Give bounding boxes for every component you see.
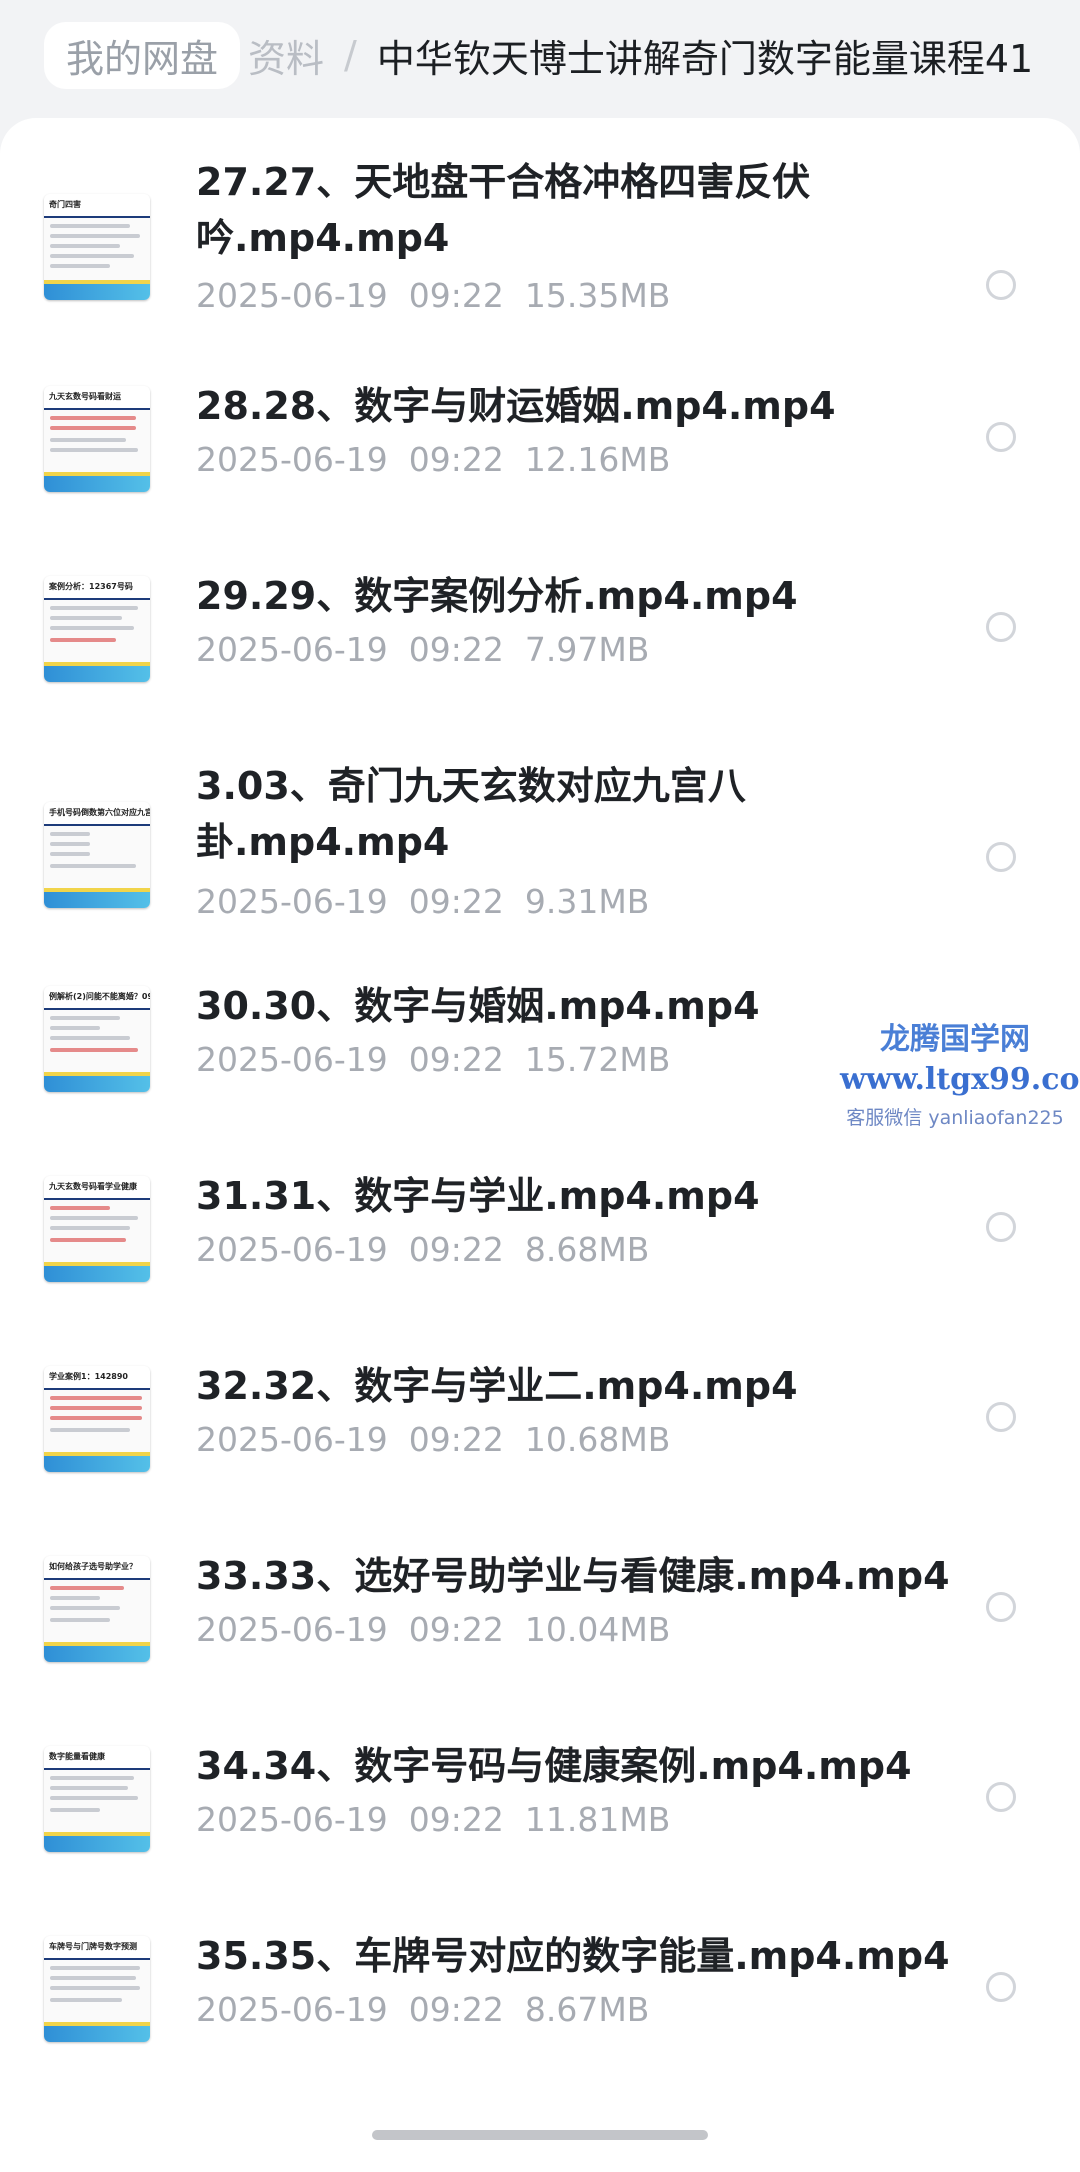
file-row[interactable]: 如何给孩子选号助学业？ 33.33、选好号助学业与看健康.mp4.mp4 202… [0, 1548, 1080, 1666]
file-size: 12.16MB [524, 440, 671, 479]
video-thumbnail: 例解析(2)问能不能离婚？0982 [44, 986, 150, 1092]
file-row[interactable]: 手机号码倒数第六位对应九宫 3.03、奇门九天玄数对应九宫八卦.mp4.mp4 … [0, 758, 1080, 938]
file-name: 33.33、选好号助学业与看健康.mp4.mp4 [196, 1554, 950, 1598]
breadcrumb-current-folder: 中华钦天博士讲解奇门数字能量课程41 [376, 36, 1034, 81]
watermark-contact: 客服微信 yanliaofan225 [846, 1107, 1064, 1129]
file-meta: 2025-06-19 09:22 8.68MB [196, 1230, 649, 1269]
breadcrumb-root-my-drive[interactable]: 我的网盘 [44, 21, 241, 89]
file-name: 31.31、数字与学业.mp4.mp4 [196, 1174, 760, 1218]
file-row[interactable]: 车牌号与门牌号数字预测 35.35、车牌号对应的数字能量.mp4.mp4 202… [0, 1928, 1080, 2046]
file-row[interactable]: 学业案例1：142890 32.32、数字与学业二.mp4.mp4 2025-0… [0, 1358, 1080, 1476]
file-date: 2025-06-19 09:22 [196, 630, 504, 669]
video-thumbnail: 九天玄数号码看财运 [44, 386, 150, 492]
video-thumbnail: 车牌号与门牌号数字预测 [44, 1936, 150, 2042]
select-radio[interactable] [986, 422, 1016, 452]
file-date: 2025-06-19 09:22 [196, 882, 504, 921]
video-thumbnail: 案例分析：12367号码 [44, 576, 150, 682]
thumbnail-title: 数字能量看健康 [44, 1746, 150, 1770]
file-row[interactable]: 数字能量看健康 34.34、数字号码与健康案例.mp4.mp4 2025-06-… [0, 1738, 1080, 1856]
file-name: 28.28、数字与财运婚姻.mp4.mp4 [196, 384, 836, 428]
select-radio[interactable] [986, 842, 1016, 872]
thumbnail-title: 学业案例1：142890 [44, 1366, 150, 1390]
file-size: 8.67MB [524, 1990, 650, 2029]
video-thumbnail: 数字能量看健康 [44, 1746, 150, 1852]
file-row[interactable]: 案例分析：12367号码 29.29、数字案例分析.mp4.mp4 2025-0… [0, 568, 1080, 686]
thumbnail-title: 例解析(2)问能不能离婚？0982 [44, 986, 150, 1010]
file-meta: 2025-06-19 09:22 15.72MB [196, 1040, 670, 1079]
file-name: 34.34、数字号码与健康案例.mp4.mp4 [196, 1744, 912, 1788]
file-name: 32.32、数字与学业二.mp4.mp4 [196, 1364, 798, 1408]
file-size: 10.68MB [524, 1420, 671, 1459]
video-thumbnail: 学业案例1：142890 [44, 1366, 150, 1472]
file-date: 2025-06-19 09:22 [196, 1990, 504, 2029]
file-name: 3.03、奇门九天玄数对应九宫八卦.mp4.mp4 [196, 764, 746, 864]
file-date: 2025-06-19 09:22 [196, 1420, 504, 1459]
file-meta: 2025-06-19 09:22 15.35MB [196, 276, 670, 315]
select-radio[interactable] [986, 612, 1016, 642]
file-date: 2025-06-19 09:22 [196, 1610, 504, 1649]
select-radio[interactable] [986, 1402, 1016, 1432]
select-radio[interactable] [986, 1972, 1016, 2002]
breadcrumb: 我的网盘 资料 / 中华钦天博士讲解奇门数字能量课程41 [0, 0, 1080, 110]
file-row[interactable]: 九天玄数号码看学业健康 31.31、数字与学业.mp4.mp4 2025-06-… [0, 1168, 1080, 1286]
thumbnail-title: 案例分析：12367号码 [44, 576, 150, 600]
thumbnail-title: 手机号码倒数第六位对应九宫 [44, 802, 150, 826]
select-radio[interactable] [986, 270, 1016, 300]
file-size: 7.97MB [524, 630, 650, 669]
file-name: 35.35、车牌号对应的数字能量.mp4.mp4 [196, 1934, 950, 1978]
file-list-card: 奇门四害 27.27、天地盘干合格冲格四害反伏吟.mp4.mp4 2025-06… [0, 118, 1080, 2172]
file-date: 2025-06-19 09:22 [196, 1800, 504, 1839]
watermark-url: www.ltgx99.com [840, 1062, 1080, 1097]
file-row[interactable]: 九天玄数号码看财运 28.28、数字与财运婚姻.mp4.mp4 2025-06-… [0, 378, 1080, 496]
select-radio[interactable] [986, 1782, 1016, 1812]
breadcrumb-item-materials[interactable]: 资料 [248, 28, 324, 83]
video-thumbnail: 如何给孩子选号助学业？ [44, 1556, 150, 1662]
select-radio[interactable] [986, 1592, 1016, 1622]
video-thumbnail: 奇门四害 [44, 194, 150, 300]
video-thumbnail: 手机号码倒数第六位对应九宫 [44, 802, 150, 908]
file-meta: 2025-06-19 09:22 10.68MB [196, 1420, 670, 1459]
file-row[interactable]: 奇门四害 27.27、天地盘干合格冲格四害反伏吟.mp4.mp4 2025-06… [0, 154, 1080, 326]
file-meta: 2025-06-19 09:22 7.97MB [196, 630, 649, 669]
file-size: 15.35MB [524, 276, 671, 315]
watermark: 龙腾国学网 www.ltgx99.com 客服微信 yanliaofan225 [840, 1014, 1080, 1130]
file-size: 8.68MB [524, 1230, 650, 1269]
file-size: 10.04MB [524, 1610, 671, 1649]
file-meta: 2025-06-19 09:22 8.67MB [196, 1990, 649, 2029]
file-size: 11.81MB [524, 1800, 671, 1839]
file-name: 27.27、天地盘干合格冲格四害反伏吟.mp4.mp4 [196, 160, 811, 260]
file-name: 29.29、数字案例分析.mp4.mp4 [196, 574, 798, 618]
thumbnail-title: 奇门四害 [44, 194, 150, 218]
file-date: 2025-06-19 09:22 [196, 1040, 504, 1079]
thumbnail-title: 九天玄数号码看财运 [44, 386, 150, 410]
thumbnail-title: 如何给孩子选号助学业？ [44, 1556, 150, 1580]
file-date: 2025-06-19 09:22 [196, 440, 504, 479]
file-date: 2025-06-19 09:22 [196, 276, 504, 315]
video-thumbnail: 九天玄数号码看学业健康 [44, 1176, 150, 1282]
select-radio[interactable] [986, 1212, 1016, 1242]
file-date: 2025-06-19 09:22 [196, 1230, 504, 1269]
home-indicator[interactable] [372, 2130, 708, 2140]
thumbnail-title: 九天玄数号码看学业健康 [44, 1176, 150, 1200]
file-meta: 2025-06-19 09:22 10.04MB [196, 1610, 670, 1649]
breadcrumb-separator: / [344, 33, 357, 77]
file-size: 15.72MB [524, 1040, 671, 1079]
thumbnail-title: 车牌号与门牌号数字预测 [44, 1936, 150, 1960]
watermark-title: 龙腾国学网 [880, 1022, 1030, 1057]
file-meta: 2025-06-19 09:22 11.81MB [196, 1800, 670, 1839]
file-meta: 2025-06-19 09:22 12.16MB [196, 440, 670, 479]
file-meta: 2025-06-19 09:22 9.31MB [196, 882, 649, 921]
file-size: 9.31MB [524, 882, 650, 921]
